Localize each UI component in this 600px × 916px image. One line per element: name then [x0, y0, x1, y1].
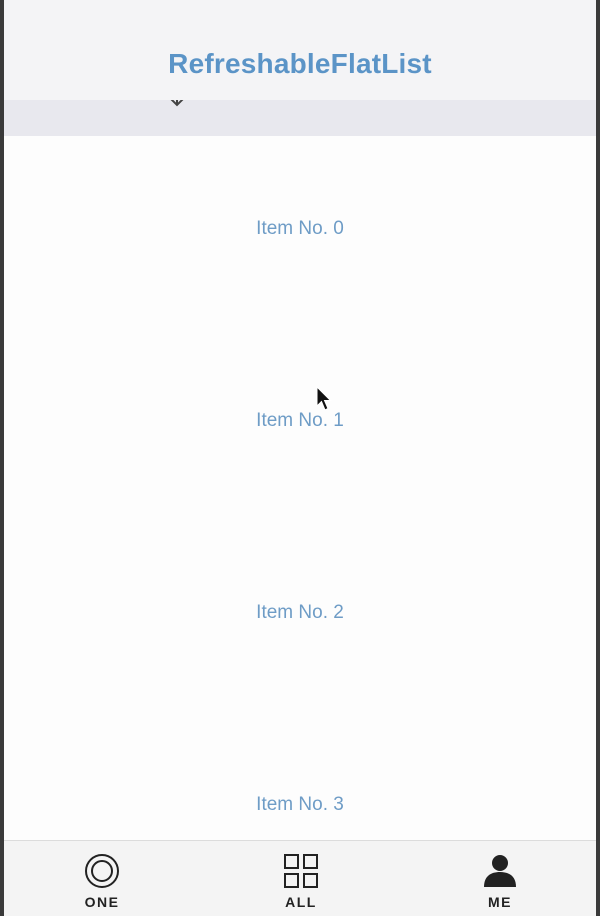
refreshable-flat-list[interactable]: Item No. 0 Item No. 1 Item No. 2 Item No…	[4, 136, 596, 840]
tab-all[interactable]: ALL	[241, 841, 361, 916]
tab-me[interactable]: ME	[440, 841, 560, 916]
pull-to-refresh-indicator	[4, 100, 596, 136]
person-icon	[482, 853, 518, 889]
navigation-header: RefreshableFlatList	[4, 0, 596, 100]
page-title: RefreshableFlatList	[168, 48, 432, 79]
grid-icon	[283, 853, 319, 889]
target-circle-icon	[84, 853, 120, 889]
tab-label: ONE	[84, 894, 120, 910]
list-item-label: Item No. 0	[256, 218, 344, 239]
bottom-tab-bar: ONE ALL ME	[4, 840, 596, 916]
tab-label: ME	[488, 894, 512, 910]
tab-one[interactable]: ONE	[42, 841, 162, 916]
list-item-label: Item No. 3	[256, 794, 344, 815]
arrow-down-icon	[168, 100, 186, 110]
list-item-label: Item No. 2	[256, 602, 344, 623]
tab-label: ALL	[285, 894, 317, 910]
list-item[interactable]: Item No. 0	[4, 136, 596, 328]
list-item[interactable]: Item No. 1	[4, 328, 596, 520]
list-item-label: Item No. 1	[256, 410, 344, 431]
list-item[interactable]: Item No. 2	[4, 520, 596, 712]
app-screen: RefreshableFlatList Item No. 0 Item No. …	[4, 0, 596, 916]
mouse-cursor-icon	[316, 385, 332, 412]
list-item[interactable]: Item No. 3	[4, 712, 596, 840]
